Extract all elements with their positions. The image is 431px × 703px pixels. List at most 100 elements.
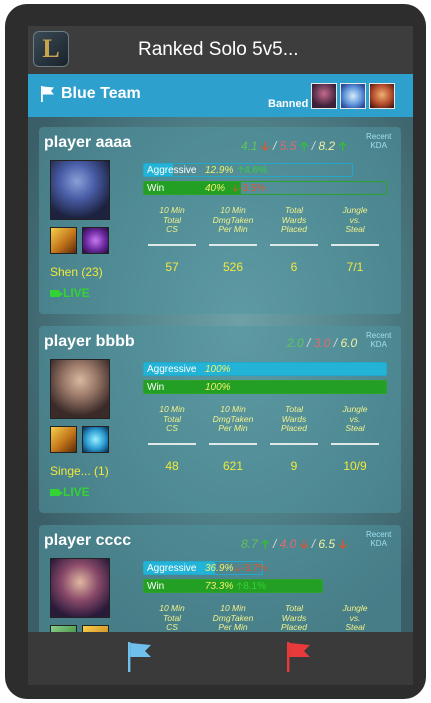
player-name: player aaaa [44,134,132,151]
aggressive-delta: 🡣-3.7% [234,563,268,574]
stat-label-line: Per Min [218,423,248,433]
stat-label-line: Total [162,413,182,424]
stat-label-line: vs. [349,612,361,623]
champion-name: Singe... (1) [50,464,109,478]
stat-dmg-taken: 10 Min DmgTaken Per Min [208,603,258,632]
player-card[interactable]: player cccc 8.7 🡡 / 4.0 🡣 / 6.5 🡣 Recent… [39,525,401,632]
stat-label-line: Placed [281,622,307,632]
stat-value: 57 [165,260,179,274]
champion-portrait[interactable] [50,558,110,618]
win-value: 73.3% [205,581,234,592]
aggressive-value: 36.9% [205,563,234,574]
aggressive-label: Aggressive [147,165,197,176]
stat-label-line: Jungle [342,205,368,215]
stat-wards: Total Wards Placed [269,603,319,632]
stat-label: 10 Min Total CS [147,603,197,632]
aggressive-delta: 🡡4.6% [237,165,267,176]
kda-kills: 8.7 [241,537,258,551]
stat-label-line: DmgTaken [212,612,254,623]
stat-label: Jungle vs. Steal [330,205,380,244]
stat-cs: 10 Min Total CS [147,603,197,632]
aggressive-value: 12.9% [205,165,234,176]
stat-label-line: Placed [281,423,307,433]
kda-kills: 4.1 [241,139,258,153]
stat-label-line: Wards [281,612,307,623]
summoner-spell-icon [82,426,109,453]
red-flag-icon[interactable] [283,640,313,674]
win-label: Win [147,581,165,592]
stat-label-line: 10 Min [220,205,246,215]
team-header: Blue Team Banned [28,74,413,117]
banned-champion-icon[interactable] [369,83,395,109]
kda-label-line: Recent [366,132,392,141]
live-status[interactable]: LIVE [50,485,90,499]
stat-label-line: 10 Min [159,404,185,414]
kda-label: Recent KDA [366,331,391,349]
arrow-down-icon: 🡣 [338,537,348,551]
stat-value: 6 [290,260,298,274]
arrow-up-icon: 🡡 [261,537,270,551]
win-delta: 🡡8.1% [236,581,266,592]
stat-wards: Total Wards Placed 6 [269,205,319,274]
aggressive-label: Aggressive [147,563,197,574]
stat-label: Total Wards Placed [269,205,319,244]
action-bar: L Ranked Solo 5v5... [28,26,413,74]
win-delta: 🡣-3.5% [232,183,266,194]
video-camera-icon [50,489,63,496]
kda-label-line: KDA [370,340,387,349]
stat-label-line: DmgTaken [212,413,254,424]
stat-dmg-taken: 10 Min DmgTaken Per Min 621 [208,404,258,473]
stat-label: 10 Min Total CS [147,404,197,443]
device-frame: L Ranked Solo 5v5... Blue Team Banned pl… [5,4,426,699]
champion-portrait[interactable] [50,359,110,419]
kda-label: Recent KDA [366,530,391,548]
blue-flag-icon[interactable] [124,640,154,674]
stat-label: 10 Min DmgTaken Per Min [208,404,258,443]
stat-label-line: Placed [281,224,307,234]
champion-portrait[interactable] [50,160,110,220]
stat-jungle: Jungle vs. Steal [330,603,380,632]
stat-jungle: Jungle vs. Steal 10/9 [330,404,380,473]
stat-value: 10/9 [343,459,367,473]
kda-deaths: 3.0 [313,336,331,350]
stat-value: 526 [222,260,244,274]
stat-label-line: 10 Min [220,404,246,414]
summoner-spell-icon [50,426,77,453]
banned-champion-icon[interactable] [340,83,366,109]
stat-value: 9 [290,459,298,473]
win-bar: Win 40% 🡣-3.5% [143,181,387,195]
stat-cs: 10 Min Total CS 48 [147,404,197,473]
live-status[interactable]: LIVE [50,286,90,300]
kda-label-line: KDA [370,539,387,548]
player-list[interactable]: player aaaa 4.1 🡣 / 5.5 🡡 / 8.2 🡡 Recent… [28,117,413,632]
stat-label-line: Per Min [218,622,248,632]
stat-label-line: CS [166,224,178,234]
stat-label: Jungle vs. Steal [330,603,380,632]
stat-value: 621 [222,459,244,473]
app-logo[interactable]: L [33,31,69,67]
kda-deaths: 4.0 [279,537,297,551]
stat-label-line: Total [162,214,182,225]
arrow-down-icon: 🡣 [261,139,270,153]
kda-label: Recent KDA [366,132,391,150]
win-label: Win [147,183,165,194]
aggressive-bar: Aggressive 36.9% 🡣-3.7% [143,561,267,575]
player-card[interactable]: player bbbb 2.0 / 3.0 / 6.0 Recent KDA Ag… [39,326,401,513]
stat-label-line: vs. [349,214,361,225]
kda-assists: 8.2 [318,139,336,153]
stat-label-line: Total [162,612,182,623]
stat-label-line: CS [166,622,178,632]
video-camera-icon [50,290,63,297]
player-card[interactable]: player aaaa 4.1 🡣 / 5.5 🡡 / 8.2 🡡 Recent… [39,127,401,314]
stat-jungle: Jungle vs. Steal 7/1 [330,205,380,274]
stat-value: 7/1 [346,260,364,274]
stat-cs: 10 Min Total CS 57 [147,205,197,274]
recent-kda: 8.7 🡡 / 4.0 🡣 / 6.5 🡣 [241,537,348,551]
page-title: Ranked Solo 5v5... [138,39,299,60]
stat-label: Jungle vs. Steal [330,404,380,443]
stat-dmg-taken: 10 Min DmgTaken Per Min 526 [208,205,258,274]
stat-label-line: Steal [345,622,365,632]
banned-champion-icon[interactable] [311,83,337,109]
summoner-spell-icon [82,227,109,254]
aggressive-bar: Aggressive 12.9% 🡡4.6% [143,163,353,177]
